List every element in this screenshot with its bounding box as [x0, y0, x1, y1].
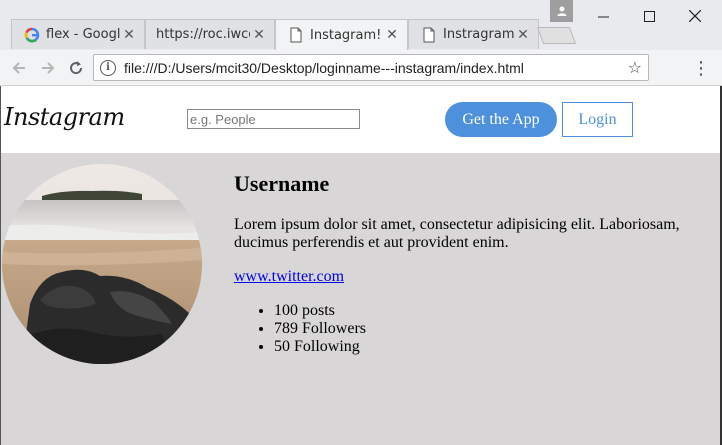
stat-followers: 789 Followers	[274, 320, 704, 338]
tab-instagram[interactable]: Instagram! ✕	[275, 19, 408, 50]
address-url: file:///D:/Users/mcit30/Desktop/loginnam…	[124, 59, 524, 76]
close-window-button[interactable]	[672, 0, 718, 32]
tab-roc-iwcc[interactable]: https://roc.iwcc.e ✕	[145, 19, 275, 49]
profile-section: Username Lorem ipsum dolor sit amet, con…	[0, 153, 722, 445]
info-icon[interactable]: i	[100, 59, 116, 76]
google-icon	[24, 27, 40, 42]
avatar	[2, 164, 202, 364]
site-navbar: Instagram Get the App Login	[0, 86, 722, 153]
tab-title: Instragram P	[443, 27, 514, 42]
profile-info: Username Lorem ipsum dolor sit amet, con…	[234, 171, 704, 356]
back-arrow-icon[interactable]	[8, 57, 30, 79]
star-icon[interactable]: ☆	[628, 58, 642, 77]
forward-arrow-icon[interactable]	[37, 57, 59, 79]
tab-flex-google[interactable]: flex - Google ✕	[11, 19, 145, 49]
site-logo[interactable]: Instagram	[4, 103, 125, 131]
maximize-icon	[643, 10, 655, 22]
browser-toolbar: i file:///D:/Users/mcit30/Desktop/loginn…	[0, 50, 722, 86]
minimize-icon	[597, 16, 609, 17]
close-icon	[689, 10, 701, 22]
close-icon[interactable]: ✕	[514, 27, 532, 43]
profile-bio: Lorem ipsum dolor sit amet, consectetur …	[234, 216, 680, 251]
maximize-button[interactable]	[626, 0, 672, 32]
page-icon	[423, 27, 435, 42]
kebab-menu-icon[interactable]: ⋮	[692, 58, 710, 79]
tab-instragram-p[interactable]: Instragram P ✕	[408, 19, 539, 49]
close-icon[interactable]: ✕	[250, 27, 268, 43]
search-input[interactable]	[187, 109, 360, 129]
profile-link[interactable]: www.twitter.com	[234, 268, 344, 285]
reload-icon[interactable]	[65, 57, 87, 79]
tab-title: Instagram!	[310, 27, 382, 43]
tab-title: flex - Google	[46, 27, 120, 42]
window-border	[0, 86, 1, 445]
close-icon[interactable]: ✕	[120, 27, 138, 43]
person-icon	[557, 6, 566, 16]
stat-following: 50 Following	[274, 338, 704, 356]
close-icon[interactable]: ✕	[383, 27, 401, 43]
get-the-app-button[interactable]: Get the App	[445, 102, 557, 137]
beach-photo	[2, 164, 202, 364]
new-tab-button[interactable]	[536, 27, 577, 44]
minimize-button[interactable]	[580, 0, 626, 32]
login-button[interactable]: Login	[562, 102, 633, 137]
profile-icon[interactable]	[550, 0, 573, 22]
page-icon	[290, 27, 302, 43]
web-page: Instagram Get the App Login	[0, 86, 722, 445]
browser-tab-strip: flex - Google ✕ https://roc.iwcc.e ✕ Ins…	[0, 0, 722, 50]
profile-stats: 100 posts 789 Followers 50 Following	[234, 302, 704, 356]
tab-title: https://roc.iwcc.e	[156, 27, 250, 42]
stat-posts: 100 posts	[274, 302, 704, 320]
profile-username: Username	[234, 171, 330, 196]
address-bar[interactable]: i file:///D:/Users/mcit30/Desktop/loginn…	[93, 54, 649, 81]
